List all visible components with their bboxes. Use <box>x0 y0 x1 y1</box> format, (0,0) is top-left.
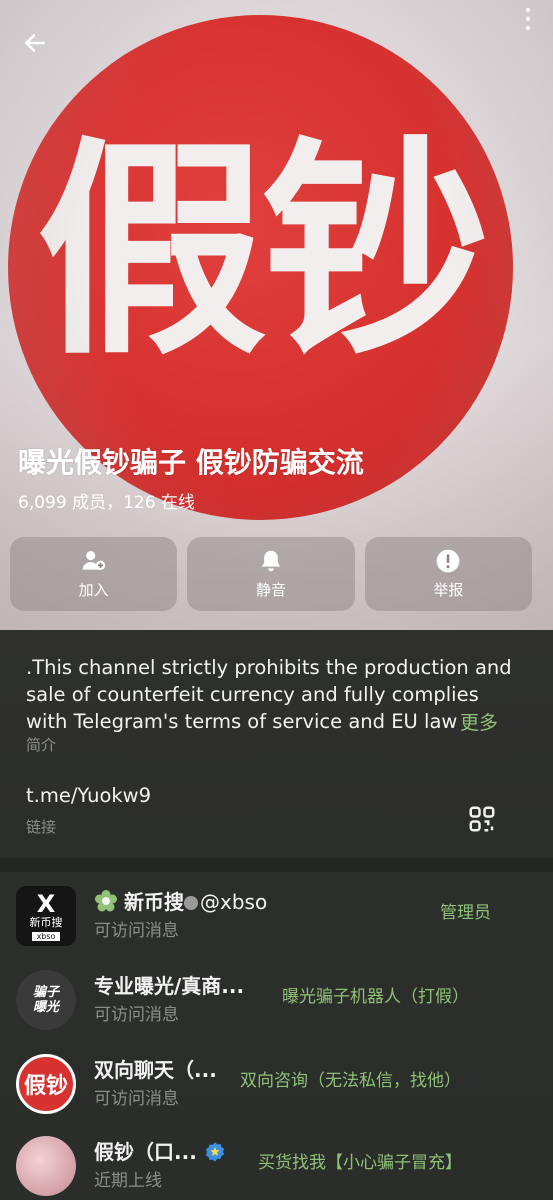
about-label: 简介 <box>26 736 57 754</box>
member-name-text: 新币搜 <box>124 890 184 914</box>
channel-title: 曝光假钞骗子 假钞防骗交流 <box>18 446 364 479</box>
member-avatar <box>16 1136 76 1196</box>
join-button[interactable]: 加入 <box>10 537 178 611</box>
member-role: 双向咨询（无法私信，找他） <box>240 1071 461 1091</box>
about-text: .This channel strictly prohibits the pro… <box>26 656 512 733</box>
qr-code-icon <box>469 806 495 832</box>
channel-link[interactable]: t.me/Yuokw9 <box>26 784 151 807</box>
alert-icon <box>436 549 460 573</box>
member-role: 管理员 <box>440 903 491 923</box>
channel-info-panel: .This channel strictly prohibits the pro… <box>0 630 553 1200</box>
vertical-dots-icon <box>526 8 530 13</box>
join-label: 加入 <box>78 581 109 599</box>
mute-button[interactable]: 静音 <box>187 537 355 611</box>
photo-vignette <box>0 0 553 630</box>
member-name: 新币搜 @xbso <box>94 886 267 915</box>
member-row[interactable]: X 新币搜 xbso 新币搜 @xbso 可访问消息 管理员 <box>0 880 553 960</box>
member-avatar: X 新币搜 xbso <box>16 886 76 946</box>
member-name: 双向聊天（... <box>94 1058 217 1082</box>
member-status: 近期上线 <box>94 1171 162 1191</box>
member-role: 买货找我【小心骗子冒充】 <box>258 1153 462 1173</box>
member-avatar: 假钞 <box>16 1054 76 1114</box>
flower-badge-icon <box>95 890 117 912</box>
member-status: 可访问消息 <box>94 921 179 941</box>
member-name: 假钞（口... <box>94 1136 226 1165</box>
emoji-icon <box>184 896 198 910</box>
member-name: 专业曝光/真商... <box>94 974 245 998</box>
section-divider <box>0 858 553 872</box>
more-options-button[interactable] <box>517 6 539 32</box>
report-button[interactable]: 举报 <box>364 537 532 611</box>
member-row[interactable]: 骗子 曝光 专业曝光/真商... 可访问消息 曝光骗子机器人（打假） <box>0 964 553 1044</box>
channel-header: 假钞 曝光假钞骗子 假钞防骗交流 6,099 成员，126 在线 加入 静音 <box>0 0 553 630</box>
link-label: 链接 <box>26 818 57 836</box>
avatar-caption: 新币搜 <box>29 915 63 929</box>
member-row[interactable]: 假钞 双向聊天（... 可访问消息 双向咨询（无法私信，找他） <box>0 1048 553 1128</box>
action-row: 加入 静音 举报 <box>10 537 532 611</box>
member-role: 曝光骗子机器人（打假） <box>282 987 469 1007</box>
avatar-text: 假钞 <box>23 1074 68 1099</box>
report-label: 举报 <box>433 581 464 599</box>
channel-member-count: 6,099 成员，126 在线 <box>18 493 195 513</box>
arrow-left-icon <box>25 34 45 52</box>
back-button[interactable] <box>20 28 50 58</box>
avatar-tag: xbso <box>31 931 61 941</box>
member-handle: @xbso <box>200 890 268 914</box>
member-row[interactable]: 假钞（口... 近期上线 买货找我【小心骗子冒充】 <box>0 1130 553 1200</box>
avatar-line: 骗子 <box>32 985 59 1000</box>
member-status: 可访问消息 <box>94 1005 179 1025</box>
add-user-icon <box>82 551 105 570</box>
about-more-link[interactable]: 更多 <box>460 708 498 735</box>
member-avatar: 骗子 曝光 <box>16 970 76 1030</box>
member-name-text: 假钞（口... <box>94 1140 197 1164</box>
qr-code-button[interactable] <box>458 795 506 843</box>
mute-label: 静音 <box>255 581 286 599</box>
member-status: 可访问消息 <box>94 1089 179 1109</box>
bell-icon <box>261 550 281 572</box>
verified-badge-icon <box>205 1142 224 1162</box>
x-logo-icon: X <box>36 889 56 918</box>
avatar-line: 曝光 <box>32 1000 59 1015</box>
